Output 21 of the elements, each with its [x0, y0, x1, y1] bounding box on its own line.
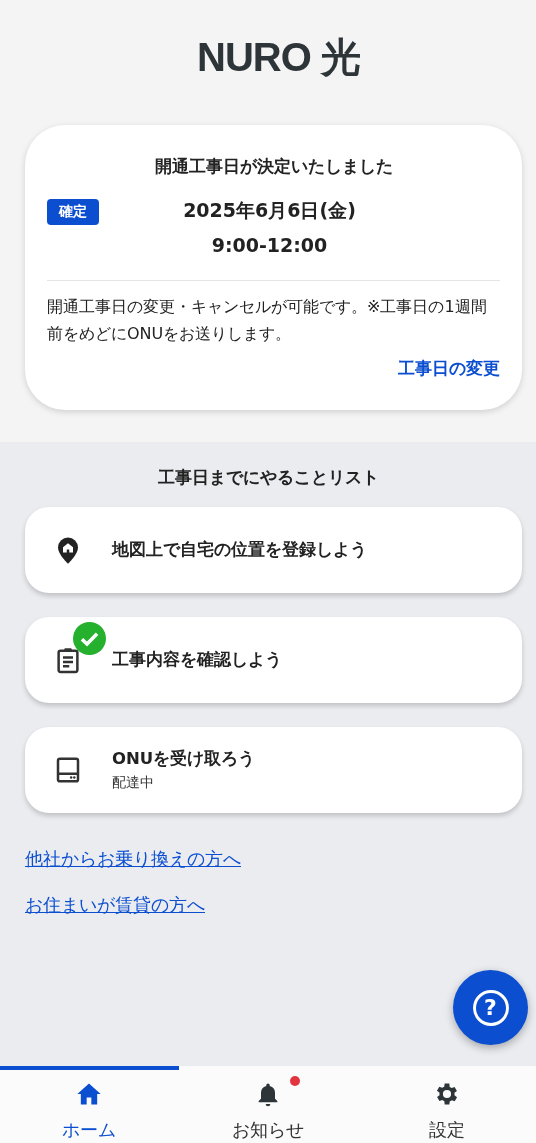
change-date-link[interactable]: 工事日の変更 [398, 357, 500, 381]
section-title: 工事日までにやることリスト [156, 466, 380, 490]
help-button[interactable]: ? [453, 970, 528, 1045]
todo-label: ONUを受け取ろう [112, 748, 256, 771]
info-link[interactable]: お住まいが賃貸の方へ [25, 893, 205, 918]
notice-text: 開通工事日の変更・キャンセルが可能です。※工事日の1週間前をめどにONUをお送りします。 [47, 296, 488, 346]
install-time: 9:00-12:00 [211, 234, 328, 256]
todo-item[interactable]: 地図上で自宅の位置を登録しよう [25, 507, 522, 594]
todo-label: 地図上で自宅の位置を登録しよう [112, 539, 367, 562]
nav-tab[interactable]: ホーム [0, 1066, 179, 1143]
nav-tab[interactable]: 設定 [357, 1066, 536, 1143]
todo-item[interactable]: 工事内容を確認しよう [25, 617, 522, 704]
status-badge: 確定 [47, 199, 99, 225]
card-title: 開通工事日が決定いたしました [153, 155, 394, 178]
install-date: 2025年6月6日(金) [183, 198, 356, 223]
todo-label: 工事内容を確認しよう [112, 649, 282, 672]
todo-status: 配達中 [112, 774, 155, 793]
nav-tab[interactable]: お知らせ [178, 1066, 358, 1143]
todo-item[interactable]: ONUを受け取ろう 配達中 [25, 727, 522, 814]
logo: NURO 光 [197, 34, 360, 81]
info-link[interactable]: 他社からお乗り換えの方へ [25, 847, 241, 872]
